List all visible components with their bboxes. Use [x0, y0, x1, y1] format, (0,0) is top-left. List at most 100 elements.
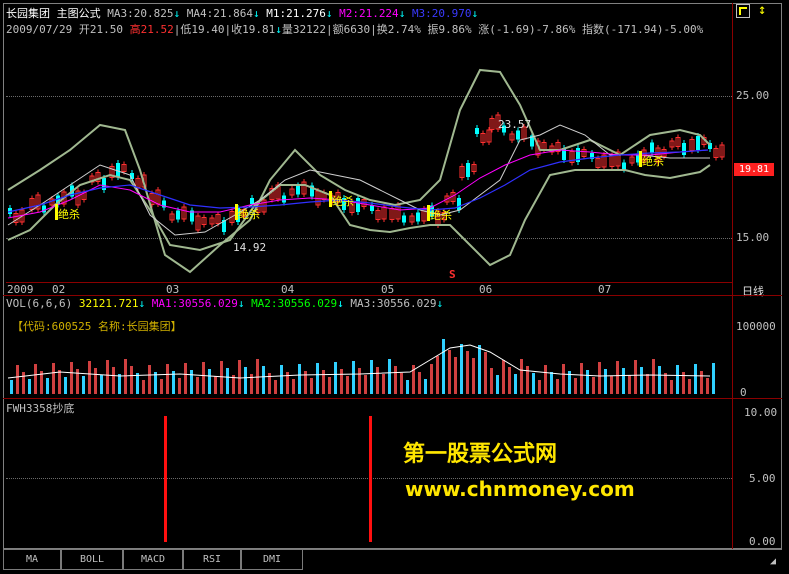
stock-code-info: 【代码:600525 名称:长园集团】: [12, 320, 182, 333]
tab-boll[interactable]: BOLL: [61, 549, 123, 570]
volume-bar: [544, 365, 547, 394]
volume-ma1: MA1:30556.029: [151, 297, 238, 310]
signal-label: 绝杀: [238, 208, 260, 221]
volume-bar: [148, 365, 151, 394]
tab-ma[interactable]: MA: [3, 549, 61, 570]
watermark-title: 第一股票公式网: [403, 442, 558, 467]
volume-bar: [190, 370, 193, 394]
volume-bar: [622, 368, 625, 394]
down-arrow-icon: ↓: [436, 297, 444, 310]
volume-bar: [652, 359, 655, 394]
volume-label-100000: 100000: [736, 320, 776, 333]
buy-signal-bar: [164, 416, 167, 542]
volume-bar: [16, 365, 19, 394]
volume-bar: [502, 360, 505, 394]
volume-bar: [316, 363, 319, 394]
volume-bar: [694, 364, 697, 394]
volume-bar: [550, 372, 553, 394]
main-chart-svg: [7, 68, 725, 394]
volume-bar: [88, 361, 91, 394]
volume-bar: [634, 360, 637, 394]
low-marker: 14.92: [233, 241, 267, 254]
volume-bar: [70, 362, 73, 394]
volume-bar: [214, 376, 217, 394]
scroll-right-icon[interactable]: ◢: [770, 556, 776, 567]
volume-bar: [418, 372, 421, 394]
volume-bar: [472, 358, 475, 394]
volume-bar: [400, 373, 403, 394]
volume-bar: [640, 367, 643, 394]
volume-bar: [220, 361, 223, 394]
volume-bar: [28, 379, 31, 394]
volume-bar: [328, 377, 331, 394]
volume-bar: [46, 378, 49, 394]
volume-bar: [394, 366, 397, 394]
volume-bar: [448, 350, 451, 394]
indicator-label-5: 5.00: [749, 472, 776, 485]
volume-bar: [238, 360, 241, 394]
volume-bar: [646, 374, 649, 394]
volume-bar: [340, 369, 343, 394]
volume-bar: [364, 375, 367, 394]
volume-bar: [436, 356, 439, 394]
volume-bar: [562, 364, 565, 394]
volume-bar: [592, 377, 595, 394]
time-axis-line: [6, 282, 732, 283]
volume-bar: [496, 375, 499, 394]
volume-bar: [298, 364, 301, 394]
volume-bar: [292, 379, 295, 394]
signal-label: 绝杀: [430, 209, 452, 222]
indicator-label-0: 0.00: [749, 535, 776, 548]
volume-bar: [538, 380, 541, 394]
down-arrow-icon: ↓: [337, 297, 344, 310]
volume-ma3: MA3:30556.029: [350, 297, 437, 310]
volume-bar: [346, 376, 349, 394]
volume-bar: [460, 344, 463, 394]
volume-bar: [580, 363, 583, 394]
tab-rsi[interactable]: RSI: [183, 549, 241, 570]
indicator-title: FWH3358抄底: [6, 402, 75, 415]
volume-bar: [274, 380, 277, 394]
volume-bar: [358, 368, 361, 394]
volume-bar: [604, 369, 607, 394]
volume-bar: [370, 360, 373, 394]
period-label[interactable]: 日线: [742, 283, 764, 299]
volume-bar: [124, 359, 127, 394]
volume-bar: [430, 364, 433, 394]
volume-bar: [514, 374, 517, 394]
volume-bar: [574, 378, 577, 394]
signal-label: 绝杀: [332, 195, 354, 208]
volume-bar: [226, 368, 229, 394]
indicator-label-10: 10.00: [744, 406, 778, 419]
volume-bar: [130, 366, 133, 394]
volume-bar: [352, 361, 355, 394]
volume-bar: [388, 359, 391, 394]
volume-header: VOL(6,6,6) 32121.721↓ MA1:30556.029↓ MA2…: [6, 297, 443, 310]
volume-bar: [610, 376, 613, 394]
volume-bar: [478, 345, 481, 394]
volume-bar: [688, 379, 691, 394]
volume-bar: [94, 368, 97, 394]
down-arrow-icon: ↓: [237, 297, 245, 310]
volume-bar: [160, 379, 163, 394]
volume-bar: [142, 380, 145, 394]
volume-bar: [658, 366, 661, 394]
volume-bar: [670, 380, 673, 394]
volume-bar: [208, 369, 211, 394]
volume-bar: [10, 380, 13, 394]
volume-bar: [466, 351, 469, 394]
tab-dmi[interactable]: DMI: [241, 549, 303, 570]
signal-label: 绝杀: [58, 208, 80, 221]
volume-bar: [598, 362, 601, 394]
volume-bar: [454, 357, 457, 394]
volume-bar: [664, 373, 667, 394]
volume-bar: [106, 360, 109, 394]
volume-bar: [712, 363, 715, 394]
volume-bar: [256, 359, 259, 394]
volume-bar: [244, 367, 247, 394]
tab-macd[interactable]: MACD: [123, 549, 183, 570]
volume-bar: [64, 377, 67, 394]
volume-bar: [616, 361, 619, 394]
volume-bar: [58, 370, 61, 394]
volume-bar: [700, 371, 703, 394]
